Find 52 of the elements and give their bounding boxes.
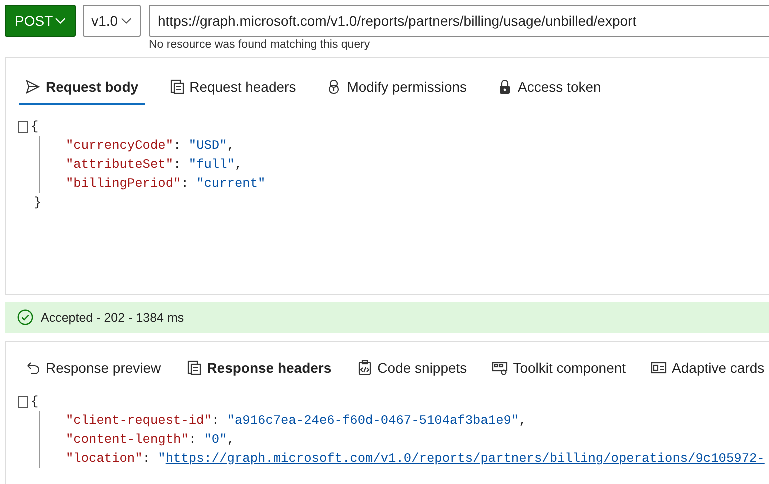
code-value: "current" [196, 176, 266, 191]
tab[interactable]: Request body [19, 75, 145, 105]
tab[interactable]: Access token [491, 75, 608, 105]
code-quote: " [158, 451, 166, 466]
code-key: "content-length" [66, 432, 189, 447]
fold-toggle[interactable] [18, 120, 28, 132]
code-value: "0" [204, 432, 228, 447]
code-colon: : [174, 138, 182, 153]
check-circle-icon [17, 309, 34, 326]
code-link[interactable]: https://graph.microsoft.com/v1.0/reports/partners/billing/operations/9c105972- [166, 451, 765, 466]
validation-message: No resource was found matching this query [149, 39, 372, 51]
chevron-down-icon [54, 17, 66, 25]
code-value: "full" [188, 157, 235, 172]
version-dropdown[interactable]: v1.0 [82, 5, 141, 37]
code-comma: , [519, 413, 527, 428]
clipboard-code-icon [356, 360, 373, 376]
code-brace: { [31, 393, 39, 411]
fold-toggle[interactable] [18, 396, 28, 408]
card-icon [651, 360, 668, 376]
code-key: "client-request-id" [66, 413, 212, 428]
url-field[interactable]: https://graph.microsoft.com/v1.0/reports/partners/billing/usage/unbilled/export [149, 5, 769, 37]
chevron-down-icon [121, 17, 132, 25]
tab[interactable]: Modify permissions [320, 75, 474, 105]
code-brace: } [34, 195, 42, 210]
code-brace: { [31, 118, 39, 136]
code-colon: : [181, 176, 189, 191]
send-icon [25, 79, 41, 95]
undo-icon [25, 360, 41, 376]
code-comma: , [234, 157, 243, 172]
method-dropdown[interactable]: POST [5, 5, 76, 37]
code-key: "currencyCode" [66, 138, 174, 153]
code-comma: , [227, 432, 235, 447]
tab[interactable]: Toolkit component [486, 356, 632, 386]
tab[interactable]: Response preview [19, 356, 168, 386]
code-value: "USD" [188, 138, 228, 153]
code-colon: : [188, 432, 197, 447]
status-text: Accepted - 202 - 1384 ms [41, 310, 184, 324]
code-colon: : [142, 451, 150, 466]
code-key: "billingPeriod" [66, 176, 182, 191]
code-value: "a916c7ea-24e6-f60d-0467-5104af3ba1e9" [227, 413, 520, 428]
code-comma: , [227, 138, 235, 153]
code-colon: : [174, 157, 182, 172]
document-icon [168, 79, 185, 95]
code-key: "location" [66, 451, 143, 466]
tab[interactable]: Request headers [162, 75, 302, 105]
code-colon: : [212, 413, 220, 428]
component-icon [492, 360, 508, 376]
code-key: "attributeSet" [66, 157, 174, 172]
tab[interactable]: Adaptive cards [645, 356, 769, 386]
tab[interactable]: Code snippets [350, 356, 474, 386]
document-icon [186, 360, 202, 376]
tab[interactable]: Response headers [180, 356, 338, 386]
